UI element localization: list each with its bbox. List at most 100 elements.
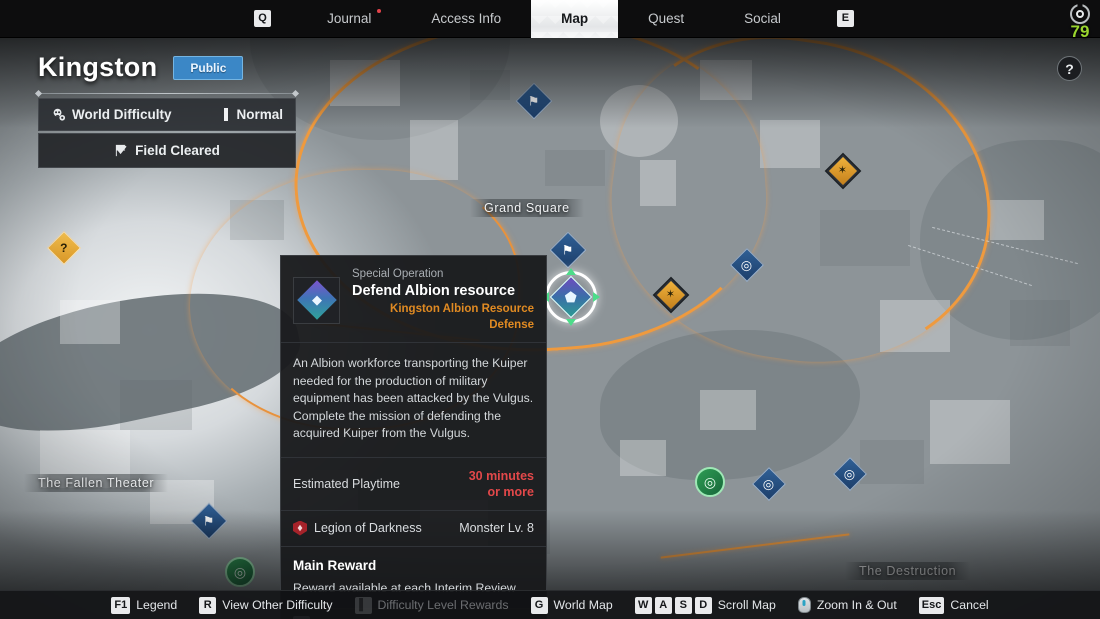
selection-tick-bottom [566, 319, 576, 326]
question-icon: ? [60, 241, 68, 255]
hint-label: Legend [136, 598, 178, 612]
tab-label: Social [744, 11, 781, 26]
nav-tabs: Q Journal Access Info Map Quest Social E [220, 0, 880, 38]
tab-label: Quest [648, 11, 685, 26]
difficulty-level-icon [224, 108, 229, 121]
objective-icon: ✶ [666, 288, 676, 301]
playtime-line1: 30 minutes [468, 468, 534, 483]
resource-icon: ◎ [703, 473, 717, 490]
key-g[interactable]: G [530, 596, 548, 614]
key-f1[interactable]: F1 [111, 596, 131, 614]
world-difficulty-label: World Difficulty [72, 107, 172, 122]
world-difficulty-row[interactable]: World Difficulty Normal [38, 98, 296, 131]
field-cleared-row: Field Cleared [38, 133, 296, 168]
district-label: Grand Square [470, 199, 584, 217]
special-operation-diamond-icon: ◆ [293, 276, 340, 324]
tab-quest[interactable]: Quest [618, 0, 714, 38]
field-cleared-label: Field Cleared [135, 143, 220, 158]
map-marker-outpost-mid[interactable]: ⚑ [549, 231, 587, 269]
mission-kicker: Special Operation [352, 268, 444, 280]
selection-tick-top [566, 268, 576, 275]
hint-label: World Map [553, 598, 613, 612]
help-icon[interactable]: ? [1057, 56, 1082, 81]
map-marker-resource-node-south[interactable]: ◎ [695, 467, 725, 497]
map-marker-objective-gold-center[interactable]: ✶ [655, 279, 687, 311]
objective-icon: ✶ [838, 164, 848, 177]
nav-next-key[interactable]: E [836, 10, 854, 27]
hint-view-other-difficulty[interactable]: R View Other Difficulty [199, 596, 333, 614]
map-marker-objective-gold-north[interactable]: ✶ [827, 155, 859, 187]
tab-journal[interactable]: Journal [297, 0, 401, 38]
page-title: Kingston [38, 52, 158, 82]
key-a[interactable]: A [654, 596, 672, 614]
special-operation-icon: ⬟ [564, 288, 578, 305]
tab-label: Map [561, 11, 589, 26]
estimated-playtime-label: Estimated Playtime [293, 476, 400, 491]
diamond-inner-icon: ◆ [311, 292, 322, 307]
region-header-panel: Kingston Public World Difficulty Normal [0, 38, 300, 168]
key-d[interactable]: D [694, 596, 712, 614]
hint-label: Difficulty Level Rewards [377, 598, 509, 612]
hint-legend[interactable]: F1 Legend [111, 596, 178, 614]
hint-zoom[interactable]: Zoom In & Out [797, 597, 897, 613]
tab-label: Access Info [431, 11, 502, 26]
map-bottom-gradient [0, 510, 1100, 590]
map-screen: Grand Square The Fallen Theater The Dest… [0, 0, 1100, 619]
estimated-playtime-value: 30 minutes or more [469, 468, 534, 500]
mission-tooltip-card[interactable]: ◆ Special Operation Defend Albion resour… [280, 255, 547, 619]
flag-icon: ⚑ [562, 242, 574, 258]
monster-level-value: Monster Lv. 8 [459, 521, 534, 535]
map-marker-unknown-west[interactable]: ? [47, 231, 81, 265]
key-s[interactable]: S [674, 596, 692, 614]
key-w[interactable]: W [634, 596, 652, 614]
check-flag-icon [115, 144, 127, 157]
mouse-wheel-icon [797, 597, 811, 613]
counter-value: 79 [1070, 22, 1090, 41]
hint-label: Scroll Map [717, 598, 776, 612]
estimated-playtime-row: Estimated Playtime 30 minutes or more [281, 458, 546, 511]
tab-access-info[interactable]: Access Info [401, 0, 531, 38]
tab-map[interactable]: Map [531, 0, 618, 38]
target-icon: ◎ [844, 466, 856, 482]
enemy-faction-icon [293, 520, 307, 536]
session-type-badge[interactable]: Public [173, 55, 244, 80]
map-marker-encounter-east[interactable]: ◎ [730, 248, 764, 282]
mission-subtitle: Kingston Albion Resource Defense [390, 303, 534, 331]
circular-gauge-icon [1070, 4, 1090, 24]
target-icon: ◎ [741, 257, 753, 273]
faction-label: Legion of Darkness [314, 521, 422, 535]
hint-label: Zoom In & Out [816, 598, 897, 612]
hint-scroll-map[interactable]: W A S D Scroll Map [634, 596, 776, 614]
region-title-row: Kingston Public [0, 38, 300, 91]
mission-card-header: ◆ Special Operation Defend Albion resour… [281, 256, 546, 343]
target-icon: ◎ [763, 476, 775, 492]
tab-social[interactable]: Social [714, 0, 811, 38]
hint-difficulty-level-rewards: ▌ Difficulty Level Rewards [354, 596, 509, 614]
key-esc[interactable]: Esc [918, 596, 945, 614]
key-r[interactable]: R [199, 596, 217, 614]
mission-description: An Albion workforce transporting the Kui… [281, 343, 546, 458]
main-reward-heading: Main Reward [293, 557, 377, 573]
faction-row: Legion of Darkness Monster Lv. 8 [281, 511, 546, 547]
selection-tick-right [593, 292, 600, 302]
map-marker-encounter-southeast[interactable]: ◎ [833, 457, 867, 491]
header-divider [38, 93, 296, 94]
hint-label: Cancel [950, 598, 989, 612]
hint-cancel[interactable]: Esc Cancel [918, 596, 989, 614]
player-counter: 79 [1070, 2, 1090, 40]
nav-prev-key[interactable]: Q [254, 10, 272, 27]
world-difficulty-value: Normal [236, 107, 283, 122]
district-label: The Fallen Theater [24, 474, 169, 492]
key-bracket: ▌ [354, 596, 372, 614]
mission-title: Defend Albion resource [352, 283, 516, 299]
map-marker-encounter-south[interactable]: ◎ [752, 467, 786, 501]
tab-label: Journal [327, 11, 372, 26]
notification-dot-icon [377, 8, 382, 13]
hint-world-map[interactable]: G World Map [530, 596, 613, 614]
playtime-line2: or more [487, 484, 534, 499]
map-marker-selected-special-operation[interactable]: ⬟ [542, 268, 600, 326]
hint-label: View Other Difficulty [222, 598, 333, 612]
bottom-hint-bar: F1 Legend R View Other Difficulty ▌ Diff… [0, 590, 1100, 619]
top-navigation-bar: Q Journal Access Info Map Quest Social E… [0, 0, 1100, 40]
skull-gear-icon [53, 108, 66, 121]
